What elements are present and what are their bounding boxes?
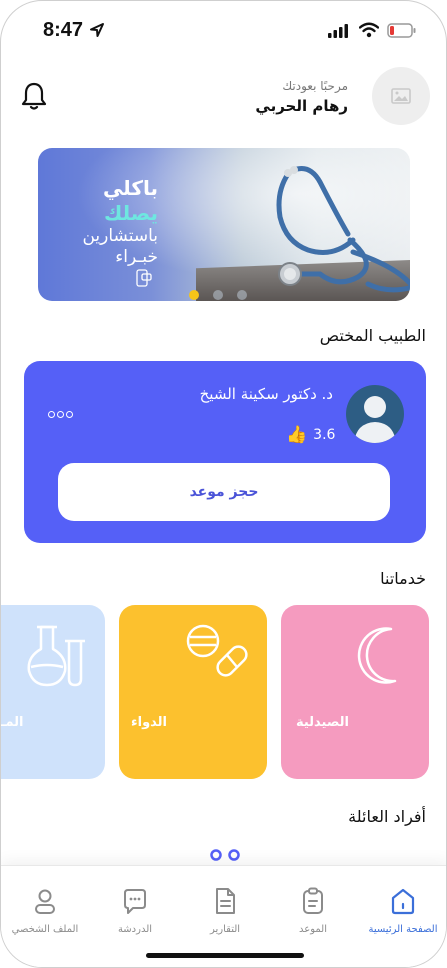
carousel-indicator [189,290,247,300]
nav-label: الملف الشخصي [11,924,79,935]
greeting-text: مرحبًا بعودتك [282,79,348,93]
carousel-dot[interactable] [237,290,247,300]
pills-icon [186,624,248,677]
home-icon [391,888,415,915]
banner-line-4: خبـراء [115,247,158,268]
service-card-pharmacy[interactable]: الصيدلية [281,605,429,779]
nav-label: الصفحة الرئيسية [368,924,438,935]
lab-flask-icon [27,625,85,687]
cellular-signal-icon [328,24,348,38]
battery-low-icon [387,23,416,38]
user-silhouette-icon [354,396,396,443]
nav-appointment[interactable]: الموعد [273,886,353,935]
document-icon [216,888,235,914]
nav-label: الدردشة [117,924,153,935]
rating-value: 3.6 [313,427,336,443]
crescent-moon-icon [357,627,397,684]
clipboard-icon [303,887,323,914]
status-time: 8:47 [43,19,84,41]
nav-home[interactable]: الصفحة الرئيسية [363,886,443,935]
book-appointment-button[interactable]: حجز موعد [58,463,390,521]
avatar[interactable] [372,67,430,125]
banner-text: باكلي يصلك باستشارين خبـراء [82,176,158,269]
nav-profile[interactable]: الملف الشخصي [5,886,85,935]
stethoscope-image [276,166,410,293]
family-members-icon [210,849,240,861]
service-card-lab[interactable]: المـ [1,605,105,779]
nav-label: التقارير [209,924,241,935]
nav-chat[interactable]: الدردشة [95,886,175,935]
more-options-icon[interactable] [48,411,73,418]
doctor-name: د. دكتور سكينة الشيخ [199,385,333,403]
banner-line-3: باستشارين [82,226,158,246]
location-arrow-icon [90,23,104,37]
promo-banner[interactable]: باكلي يصلك باستشارين خبـراء [38,148,410,301]
service-card-medicine[interactable]: الدواء [119,605,267,779]
banner-line-2: يصلك [103,201,158,225]
app-screen: 8:47 مرحبًا بعودتك رهام الحربي باكلي يصل… [0,0,447,968]
carousel-dot[interactable] [189,290,199,300]
family-section-title: أفراد العائلة [348,807,426,826]
doctor-card[interactable]: د. دكتور سكينة الشيخ 👍 3.6 حجز موعد [24,361,426,543]
banner-line-1: باكلي [102,176,158,200]
service-label: المـ [1,715,24,730]
wifi-icon [359,22,379,38]
chat-icon [124,889,146,914]
user-icon [35,889,55,914]
service-label: الدواء [130,715,167,730]
service-label: الصيدلية [295,715,349,730]
home-indicator [146,953,304,958]
services-section-title: خدماتنا [380,569,426,588]
bell-icon[interactable] [21,81,47,111]
image-placeholder-icon [391,88,411,104]
status-bar: 8:47 [1,1,446,61]
carousel-dot[interactable] [213,290,223,300]
doctor-avatar [346,385,404,443]
user-name: رهام الحربي [255,97,348,115]
thumbs-up-icon: 👍 [286,425,308,445]
nav-reports[interactable]: التقارير [185,886,265,935]
phone-chat-icon [136,269,152,287]
doctor-rating: 👍 3.6 [286,425,335,445]
nav-label: الموعد [299,924,327,935]
specialist-section-title: الطبيب المختص [319,326,426,345]
